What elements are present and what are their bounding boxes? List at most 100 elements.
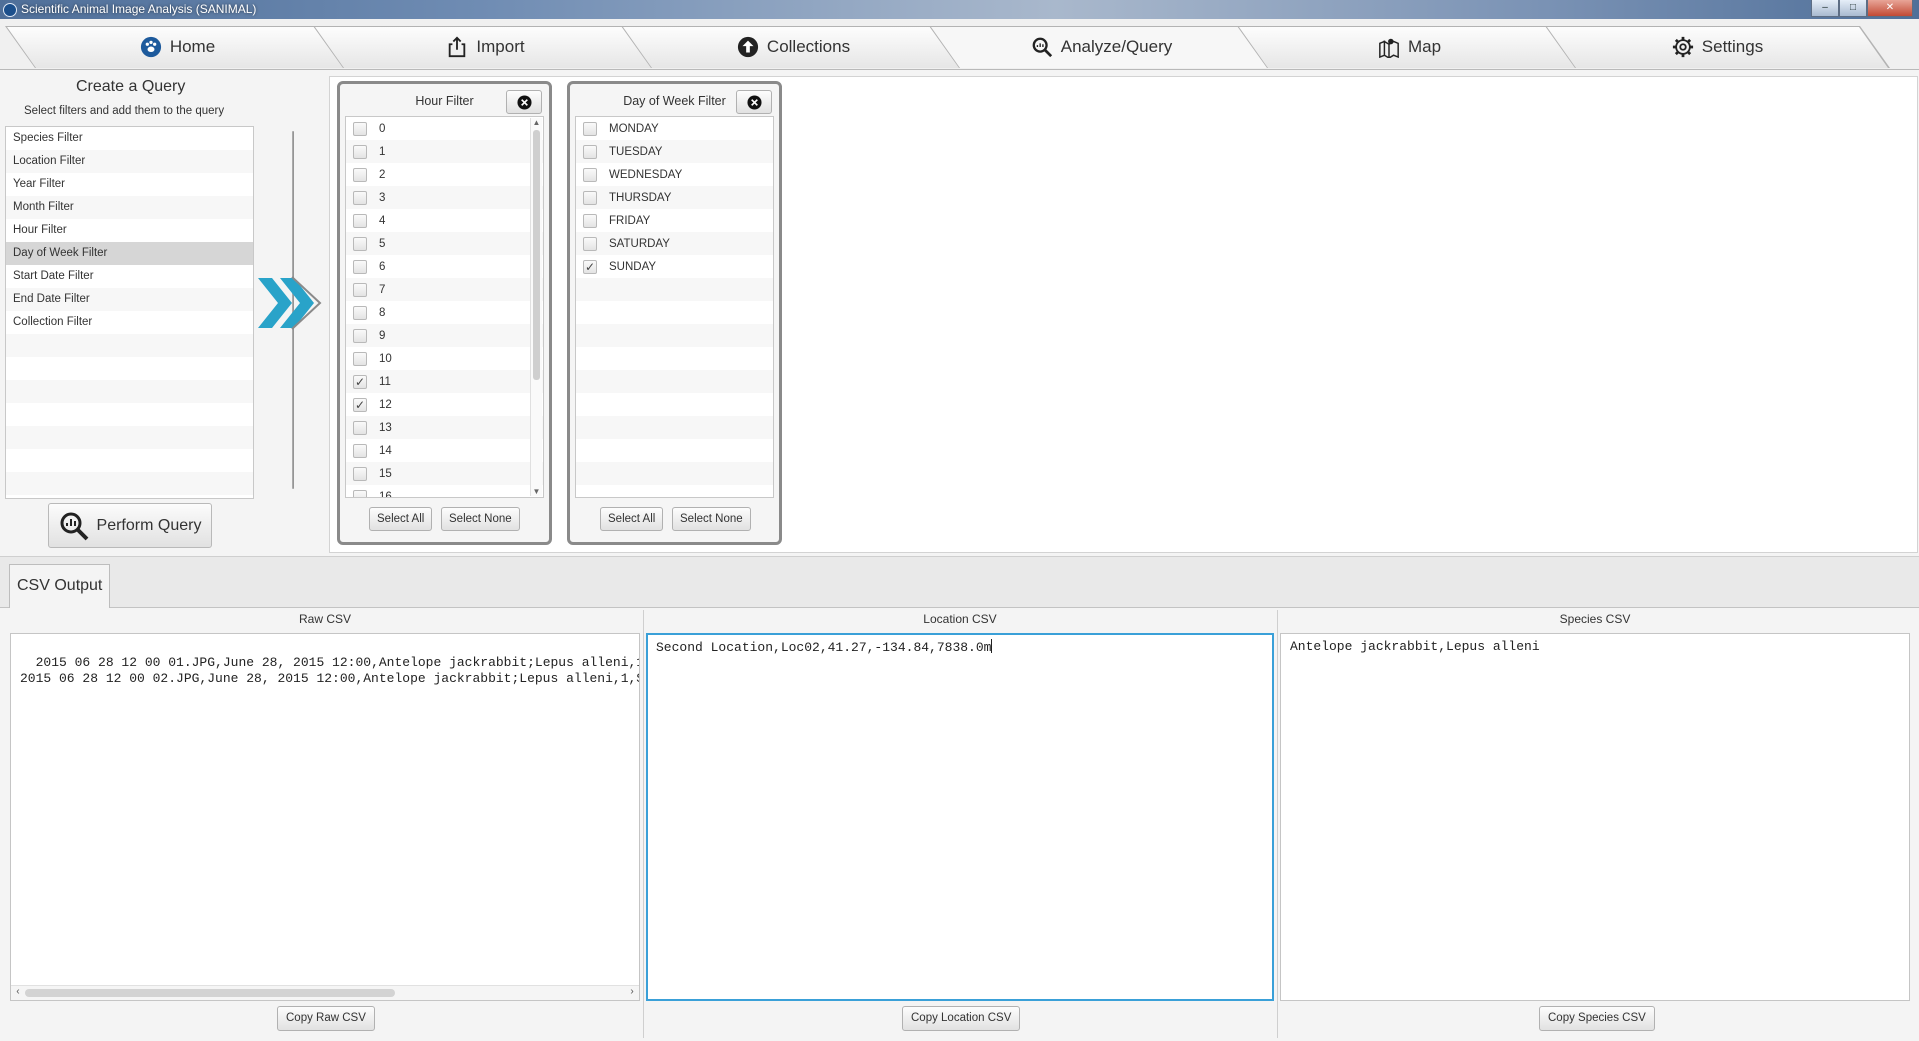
list-item[interactable]: 2 bbox=[346, 163, 543, 186]
add-filter-arrow-icon[interactable] bbox=[254, 274, 326, 332]
list-item[interactable]: WEDNESDAY bbox=[576, 163, 773, 186]
dow-select-all-button[interactable]: Select All bbox=[600, 507, 664, 531]
checkbox[interactable] bbox=[353, 420, 367, 435]
dow-select-none-button[interactable]: Select None bbox=[672, 507, 751, 531]
checkbox[interactable] bbox=[353, 190, 367, 205]
list-item[interactable]: 8 bbox=[346, 301, 543, 324]
checkbox[interactable] bbox=[353, 167, 367, 182]
scroll-thumb[interactable] bbox=[533, 130, 540, 380]
list-item[interactable]: 16 bbox=[346, 485, 543, 497]
hour-select-none-button[interactable]: Select None bbox=[441, 507, 520, 531]
list-item[interactable]: 5 bbox=[346, 232, 543, 255]
scroll-right-icon[interactable]: › bbox=[625, 986, 639, 1000]
hour-checklist: 0 1 2 3 4 5 6 7 8 9 10 ✓ 11 ✓ 12 13 14 15 … bbox=[345, 116, 544, 498]
list-item[interactable]: ✓ 11 bbox=[346, 370, 543, 393]
checkbox[interactable] bbox=[583, 121, 597, 136]
perform-query-button[interactable]: Perform Query bbox=[48, 503, 212, 548]
list-item[interactable]: FRIDAY bbox=[576, 209, 773, 232]
tab-import[interactable]: Import bbox=[313, 26, 658, 68]
checkbox[interactable] bbox=[353, 305, 367, 320]
checkbox[interactable] bbox=[353, 213, 367, 228]
list-item[interactable]: 6 bbox=[346, 255, 543, 278]
filter-option-month[interactable]: Month Filter bbox=[6, 196, 253, 219]
remove-day-of-week-filter-button[interactable] bbox=[736, 90, 772, 114]
list-item[interactable]: 4 bbox=[346, 209, 543, 232]
remove-hour-filter-button[interactable] bbox=[506, 90, 542, 114]
checkbox[interactable]: ✓ bbox=[353, 397, 367, 412]
checkbox[interactable] bbox=[353, 351, 367, 366]
list-item[interactable]: 9 bbox=[346, 324, 543, 347]
checkbox[interactable] bbox=[583, 144, 597, 159]
list-item[interactable]: THURSDAY bbox=[576, 186, 773, 209]
filter-option-location[interactable]: Location Filter bbox=[6, 150, 253, 173]
tab-analyze-query-label: Analyze/Query bbox=[1060, 37, 1173, 56]
species-csv-label: Species CSV bbox=[1559, 612, 1631, 626]
list-item[interactable]: 14 bbox=[346, 439, 543, 462]
checkbox[interactable] bbox=[353, 489, 367, 497]
list-item[interactable]: 10 bbox=[346, 347, 543, 370]
scroll-up-icon[interactable]: ▲ bbox=[531, 118, 542, 127]
checkbox[interactable]: ✓ bbox=[583, 259, 597, 274]
list-item[interactable]: 0 bbox=[346, 117, 543, 140]
checkbox[interactable] bbox=[583, 213, 597, 228]
checkbox[interactable] bbox=[353, 328, 367, 343]
close-window-button[interactable]: ✕ bbox=[1867, 0, 1913, 17]
scroll-left-icon[interactable]: ‹ bbox=[11, 986, 25, 1000]
list-item[interactable]: SATURDAY bbox=[576, 232, 773, 255]
species-csv-textarea[interactable]: Antelope jackrabbit,Lepus alleni bbox=[1280, 633, 1910, 1001]
list-item[interactable]: 13 bbox=[346, 416, 543, 439]
list-item[interactable]: MONDAY bbox=[576, 117, 773, 140]
copy-species-csv-button[interactable]: Copy Species CSV bbox=[1539, 1006, 1655, 1031]
hour-list-scrollbar[interactable]: ▲ ▼ bbox=[530, 118, 542, 496]
list-item[interactable]: 7 bbox=[346, 278, 543, 301]
location-csv-textarea[interactable]: Second Location,Loc02,41.27,-134.84,7838… bbox=[646, 633, 1274, 1001]
scroll-thumb[interactable] bbox=[25, 989, 395, 997]
checkbox[interactable] bbox=[353, 282, 367, 297]
checkbox[interactable] bbox=[583, 236, 597, 251]
list-item[interactable]: ✓ 12 bbox=[346, 393, 543, 416]
list-item[interactable]: TUESDAY bbox=[576, 140, 773, 163]
filter-option-hour[interactable]: Hour Filter bbox=[6, 219, 253, 242]
filter-option-collection[interactable]: Collection Filter bbox=[6, 311, 253, 334]
checkbox[interactable]: ✓ bbox=[353, 374, 367, 389]
item-label: 1 bbox=[379, 145, 386, 158]
checkbox[interactable] bbox=[353, 144, 367, 159]
empty-list-row bbox=[576, 439, 773, 462]
copy-raw-csv-button[interactable]: Copy Raw CSV bbox=[277, 1006, 375, 1031]
checkbox[interactable] bbox=[583, 167, 597, 182]
tab-csv-output[interactable]: CSV Output bbox=[9, 564, 111, 608]
raw-csv-hscrollbar[interactable]: ‹ › bbox=[11, 985, 639, 1000]
filter-option-species[interactable]: Species Filter bbox=[6, 127, 253, 150]
checkbox[interactable] bbox=[353, 121, 367, 136]
tab-analyze-query[interactable]: Analyze/Query bbox=[929, 26, 1274, 68]
checkbox[interactable] bbox=[353, 466, 367, 481]
checkbox[interactable] bbox=[353, 259, 367, 274]
tab-collections-label: Collections bbox=[766, 37, 851, 56]
checkbox[interactable] bbox=[353, 443, 367, 458]
list-item[interactable]: 15 bbox=[346, 462, 543, 485]
hour-select-all-button[interactable]: Select All bbox=[369, 507, 433, 531]
filter-option-year[interactable]: Year Filter bbox=[6, 173, 253, 196]
tab-settings[interactable]: Settings bbox=[1545, 26, 1890, 68]
filter-option-start-date[interactable]: Start Date Filter bbox=[6, 265, 253, 288]
copy-location-csv-button[interactable]: Copy Location CSV bbox=[902, 1006, 1021, 1031]
scroll-down-icon[interactable]: ▼ bbox=[531, 487, 542, 496]
tab-map[interactable]: Map bbox=[1237, 26, 1582, 68]
tab-collections[interactable]: Collections bbox=[621, 26, 966, 68]
item-label: 13 bbox=[379, 421, 392, 434]
checkbox[interactable] bbox=[353, 236, 367, 251]
minimize-button[interactable]: – bbox=[1811, 0, 1839, 17]
list-item[interactable]: 3 bbox=[346, 186, 543, 209]
maximize-button[interactable]: □ bbox=[1839, 0, 1867, 17]
tab-settings-label: Settings bbox=[1701, 37, 1764, 56]
filter-type-list: Species Filter Location Filter Year Filt… bbox=[5, 126, 254, 499]
raw-csv-textarea[interactable]: 2015 06 28 12 00 01.JPG,June 28, 2015 12… bbox=[10, 633, 640, 1001]
list-item[interactable]: 1 bbox=[346, 140, 543, 163]
filter-option-end-date[interactable]: End Date Filter bbox=[6, 288, 253, 311]
item-label: 7 bbox=[379, 283, 386, 296]
list-item[interactable]: ✓ SUNDAY bbox=[576, 255, 773, 278]
checkbox[interactable] bbox=[583, 190, 597, 205]
app-icon bbox=[3, 3, 17, 17]
filter-option-day-of-week[interactable]: Day of Week Filter bbox=[6, 242, 253, 265]
tab-home[interactable]: Home bbox=[5, 26, 350, 68]
